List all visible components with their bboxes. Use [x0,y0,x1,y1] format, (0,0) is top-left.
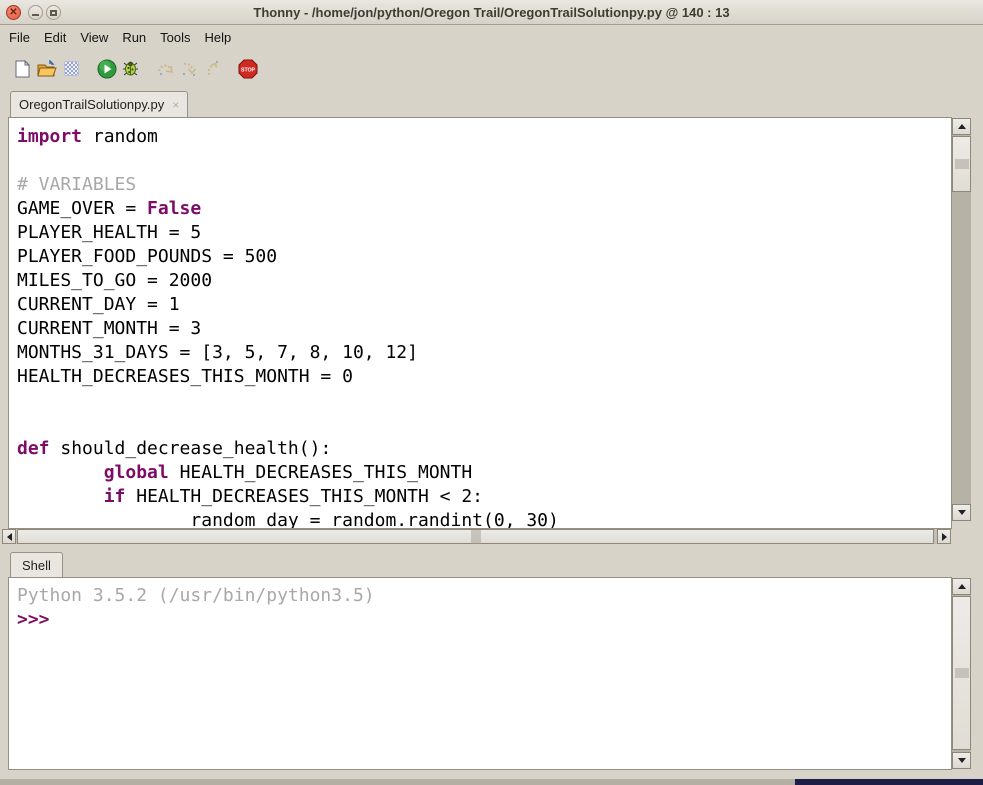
shell-tab-label: Shell [22,558,51,573]
code-line: HEALTH_DECREASES_THIS_MONTH = 0 [17,365,951,389]
run-button[interactable] [97,59,117,79]
step-into-icon [180,60,199,78]
code-line: PLAYER_HEALTH = 5 [17,221,951,245]
step-into-button[interactable] [179,59,199,79]
scroll-left-icon[interactable] [2,529,16,544]
tab-shell[interactable]: Shell [10,552,63,578]
step-out-button[interactable] [202,59,222,79]
tab-close-icon[interactable]: × [172,98,179,112]
code-line: random_day = random.randint(0, 30) [17,509,951,529]
menu-tools[interactable]: Tools [153,27,197,48]
stop-label: STOP [241,67,256,73]
desktop-strip-left [0,779,795,785]
code-line: MONTHS_31_DAYS = [3, 5, 7, 8, 10, 12] [17,341,951,365]
open-file-icon [37,60,57,78]
run-icon [97,59,117,79]
debug-button[interactable] [120,59,140,79]
code-line: CURRENT_MONTH = 3 [17,317,951,341]
step-over-button[interactable] [155,59,175,79]
code-editor[interactable]: import random # VARIABLESGAME_OVER = Fal… [8,117,952,529]
code-line: global HEALTH_DECREASES_THIS_MONTH [17,461,951,485]
scroll-down-icon[interactable] [952,504,971,521]
toolbar: STOP [0,49,983,88]
menubar: File Edit View Run Tools Help [0,26,983,49]
menu-run[interactable]: Run [115,27,153,48]
menu-help[interactable]: Help [198,27,239,48]
close-window-icon[interactable]: ✕ [6,5,21,20]
maximize-window-icon[interactable] [46,5,61,20]
code-line: import random [17,125,951,149]
editor-horizontal-scrollbar[interactable] [2,529,951,544]
open-file-button[interactable] [37,59,57,79]
code-line: CURRENT_DAY = 1 [17,293,951,317]
editor-vertical-scrollbar[interactable] [952,118,971,521]
scroll-up-icon[interactable] [952,578,971,595]
stop-button[interactable]: STOP [238,59,258,79]
step-over-icon [156,60,175,78]
code-line [17,389,951,413]
window-title: Thonny - /home/jon/python/Oregon Trail/O… [0,5,983,20]
code-line: def should_decrease_health(): [17,437,951,461]
debug-icon [121,59,140,78]
menu-view[interactable]: View [73,27,115,48]
tab-oregontrailsolutionpy[interactable]: OregonTrailSolutionpy.py × [10,91,188,117]
desktop-strip-right [795,779,983,785]
editor-hscroll-thumb[interactable] [17,529,934,544]
code-line: MILES_TO_GO = 2000 [17,269,951,293]
titlebar: ✕ Thonny - /home/jon/python/Oregon Trail… [0,0,983,25]
code-line: PLAYER_FOOD_POUNDS = 500 [17,245,951,269]
code-line: GAME_OVER = False [17,197,951,221]
scroll-up-icon[interactable] [952,118,971,135]
code-line: # VARIABLES [17,173,951,197]
scroll-right-icon[interactable] [937,529,951,544]
step-out-icon [203,60,222,78]
tab-label: OregonTrailSolutionpy.py [19,97,164,112]
shell-vscroll-thumb[interactable] [952,596,971,750]
menu-edit[interactable]: Edit [37,27,73,48]
new-file-button[interactable] [12,59,32,79]
save-file-icon [64,61,79,76]
code-line [17,413,951,437]
shell-vertical-scrollbar[interactable] [952,578,971,769]
menu-file[interactable]: File [2,27,37,48]
stop-icon: STOP [238,59,258,79]
code-line [17,149,951,173]
code-lines: import random # VARIABLESGAME_OVER = Fal… [9,118,951,529]
editor-vscroll-thumb[interactable] [952,136,971,192]
scroll-down-icon[interactable] [952,752,971,769]
shell-prompt: >>> [17,608,951,632]
shell-panel[interactable]: Python 3.5.2 (/usr/bin/python3.5) >>> [8,577,952,770]
new-file-icon [14,60,31,78]
code-line: if HEALTH_DECREASES_THIS_MONTH < 2: [17,485,951,509]
save-file-button[interactable] [61,59,81,79]
minimize-window-icon[interactable] [28,5,43,20]
shell-welcome-text: Python 3.5.2 (/usr/bin/python3.5) [17,584,951,608]
